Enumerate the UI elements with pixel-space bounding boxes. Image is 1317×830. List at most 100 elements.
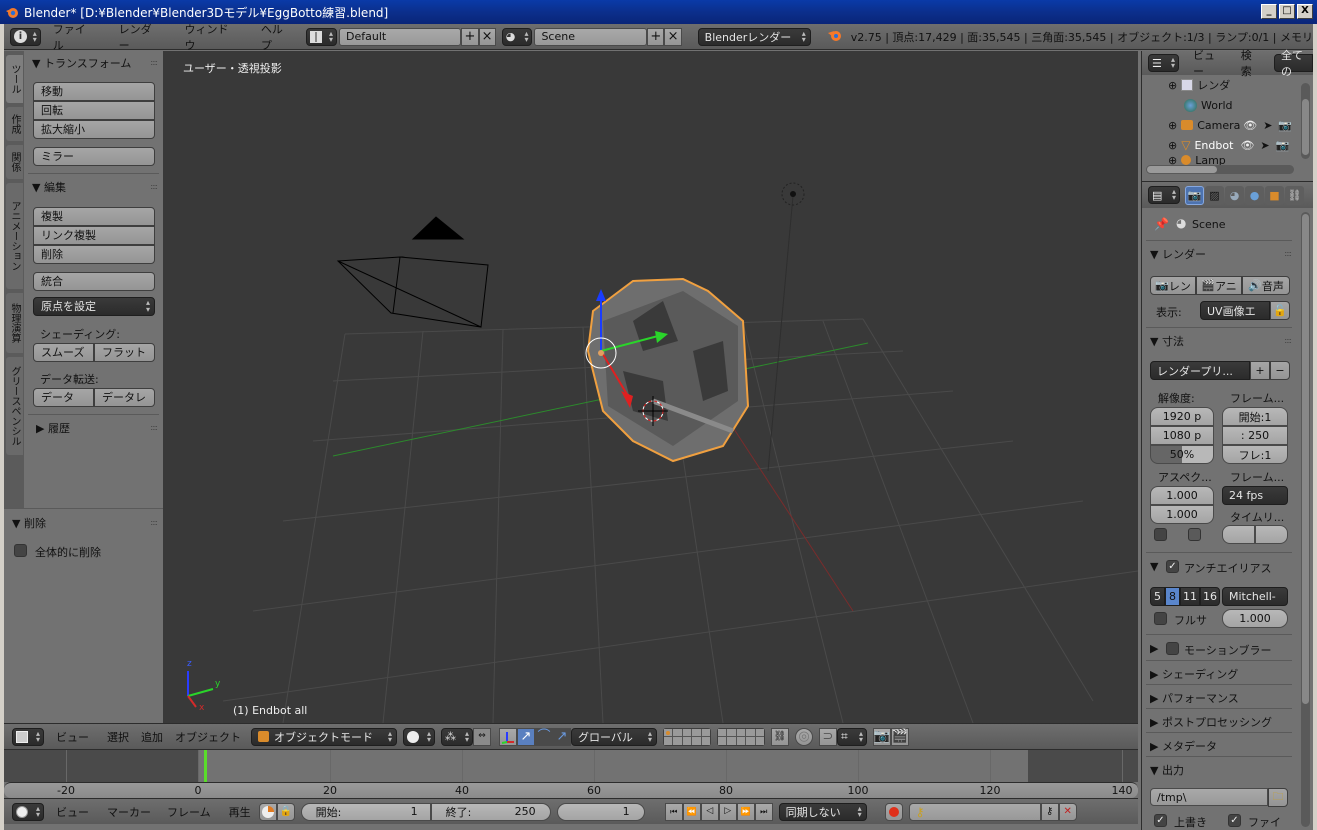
scale-button[interactable]: 拡大縮小 (33, 120, 155, 139)
menu-playback[interactable]: 再生 (229, 804, 251, 820)
layout-name-field[interactable]: Default (339, 27, 462, 46)
expand-icon[interactable]: ⊕ (1168, 79, 1177, 92)
layer-buttons-1[interactable] (663, 727, 711, 746)
render-panel-header[interactable]: ▼ レンダー (1150, 246, 1206, 262)
jump-keyframe-forward-button[interactable]: ⏩ (736, 802, 755, 821)
outliner-item[interactable]: ⊕ レンダ (1142, 75, 1302, 95)
tab-tools[interactable]: ツール (6, 55, 23, 103)
file-extensions-checkbox[interactable]: ✓ (1228, 814, 1241, 827)
rotate-manipulator-button[interactable]: ⌒ (535, 727, 553, 746)
aa-sample-8-button[interactable]: 8 (1165, 587, 1180, 606)
tab-create[interactable]: 作成 (6, 107, 23, 141)
antialiasing-panel-header[interactable]: アンチエイリアス (1184, 560, 1272, 576)
resolution-x-field[interactable]: 1920 p (1150, 407, 1214, 426)
render-animation-opengl-button[interactable]: 🎬 (891, 727, 909, 746)
transform-orientation-selector[interactable]: グローバル ▴ ▾ (571, 727, 657, 746)
duplicate-linked-button[interactable]: リンク複製 (33, 226, 155, 245)
panel-grip-icon[interactable]: :::: (150, 423, 158, 432)
add-layout-button[interactable]: + (461, 27, 479, 46)
menu-select[interactable]: 選択 (107, 729, 129, 745)
snap-element-selector[interactable]: ⌗ ▴ ▾ (837, 727, 867, 746)
sync-mode-selector[interactable]: 同期しない ▴ ▾ (778, 802, 867, 821)
minimize-button[interactable]: _ (1261, 4, 1277, 19)
selectable-cursor-icon[interactable]: ➤ (1260, 139, 1269, 152)
scene-name-field[interactable]: Scene (534, 27, 648, 46)
aa-filter-selector[interactable]: Mitchell- (1222, 587, 1288, 606)
renderable-camera-icon[interactable]: 📷 (1276, 139, 1290, 152)
proportional-edit-button[interactable]: ◎ (795, 727, 813, 746)
menu-help[interactable]: ヘルプ (261, 21, 292, 53)
panel-grip-icon[interactable]: :::: (150, 58, 158, 67)
output-panel-header[interactable]: ▼ 出力 (1150, 762, 1184, 778)
jump-keyframe-back-button[interactable]: ⏪ (682, 802, 701, 821)
play-button[interactable]: ▷ (718, 802, 737, 821)
3d-viewport[interactable]: ユーザー・透視投影 z y x (1) Endbot all (163, 51, 1138, 723)
visibility-eye-icon[interactable]: 👁 (1240, 139, 1254, 152)
delete-keyframe-button[interactable]: ✕ (1058, 802, 1077, 821)
output-path-field[interactable]: /tmp\ (1150, 788, 1268, 806)
lock-interface-button[interactable]: 🔓 (1270, 301, 1290, 320)
timeline[interactable]: -40-200204060801001201401601802002202402… (4, 750, 1265, 798)
panel-grip-icon[interactable]: :::: (150, 182, 158, 191)
end-frame-field[interactable]: 終了: 250 (430, 802, 551, 821)
expand-icon[interactable]: ⊕ (1168, 155, 1177, 165)
menu-marker[interactable]: マーカー (107, 804, 151, 820)
menu-frame[interactable]: フレーム (167, 804, 211, 820)
outliner-vscrollbar[interactable] (1301, 83, 1310, 159)
antialiasing-checkbox[interactable]: ✓ (1166, 560, 1179, 573)
add-preset-button[interactable]: + (1250, 361, 1270, 380)
shade-smooth-button[interactable]: スムーズ (33, 343, 94, 362)
outliner-item[interactable]: ⊕ Camera 👁 ➤ 📷 (1142, 115, 1302, 135)
resolution-y-field[interactable]: 1080 p (1150, 426, 1214, 445)
data-layout-transfer-button[interactable]: データレ (94, 388, 155, 407)
add-scene-button[interactable]: + (647, 27, 665, 46)
overwrite-checkbox[interactable]: ✓ (1154, 814, 1167, 827)
manipulate-center-button[interactable]: ⇔ (473, 727, 491, 746)
pivot-selector[interactable]: ⁂ ▴ ▾ (441, 727, 473, 746)
time-remap-old-field[interactable] (1222, 525, 1255, 544)
display-mode-selector[interactable]: 全ての (1273, 49, 1313, 78)
dimensions-panel-header[interactable]: ▼ 寸法 (1150, 333, 1184, 349)
browse-folder-button[interactable]: 🗀 (1268, 788, 1288, 807)
maximize-button[interactable]: □ (1279, 4, 1295, 19)
set-origin-dropdown[interactable]: 原点を設定 ▴ ▾ (33, 297, 155, 316)
fps-selector[interactable]: 24 fps (1222, 486, 1288, 505)
duplicate-button[interactable]: 複製 (33, 207, 155, 226)
outliner-item-selected[interactable]: ⊕ ▽ Endbot 👁 ➤ 📷 (1142, 135, 1302, 155)
outliner-item[interactable]: World (1142, 95, 1302, 115)
time-remap-new-field[interactable] (1255, 525, 1288, 544)
motion-blur-checkbox[interactable] (1166, 642, 1179, 655)
delete-scene-button[interactable]: × (664, 27, 682, 46)
frame-end-field[interactable]: : 250 (1222, 426, 1288, 445)
tab-render-icon[interactable]: 📷 (1185, 185, 1204, 205)
insert-keyframe-button[interactable]: ⚷ (1040, 802, 1059, 821)
tab-object-icon[interactable]: ■ (1265, 185, 1284, 205)
display-mode-selector[interactable]: UV画像エ (1200, 301, 1270, 320)
timeline-ruler[interactable]: -40-200204060801001201401601802002202402… (4, 782, 1265, 798)
aspect-y-field[interactable]: 1.000 (1150, 505, 1214, 524)
layer-buttons-2[interactable] (717, 727, 765, 746)
data-transfer-button[interactable]: データ (33, 388, 94, 407)
menu-render[interactable]: レンダー (119, 21, 161, 53)
visibility-eye-icon[interactable]: 👁 (1243, 119, 1257, 132)
shading-panel-header[interactable]: ▶ シェーディング (1150, 666, 1238, 682)
current-frame-field[interactable]: 1 (556, 802, 645, 821)
snap-toggle-button[interactable]: ⊃ (819, 727, 837, 746)
full-sample-checkbox[interactable] (1154, 612, 1167, 625)
menu-object[interactable]: オブジェクト (175, 729, 241, 745)
history-panel-header[interactable]: ▶ 履歴 (36, 420, 70, 436)
start-frame-field[interactable]: 開始: 1 (300, 802, 431, 821)
translate-manipulator-button[interactable]: ↗ (517, 727, 535, 746)
menu-file[interactable]: ファイル (53, 21, 95, 53)
mirror-button[interactable]: ミラー (33, 147, 155, 166)
metadata-panel-header[interactable]: ▶ メタデータ (1150, 738, 1217, 754)
edit-panel-header[interactable]: ▼ 編集 (32, 179, 66, 195)
tab-relations[interactable]: 関係 (6, 145, 23, 179)
render-opengl-button[interactable]: 📷 (873, 727, 891, 746)
close-button[interactable]: X (1297, 4, 1313, 19)
selectable-cursor-icon[interactable]: ➤ (1263, 119, 1272, 132)
current-frame-marker[interactable] (203, 750, 207, 782)
viewport-shading-selector[interactable]: ▴ ▾ (403, 727, 435, 746)
editor-type-selector[interactable]: ☰ ▴ ▾ (1148, 54, 1179, 72)
aspect-x-field[interactable]: 1.000 (1150, 486, 1214, 505)
